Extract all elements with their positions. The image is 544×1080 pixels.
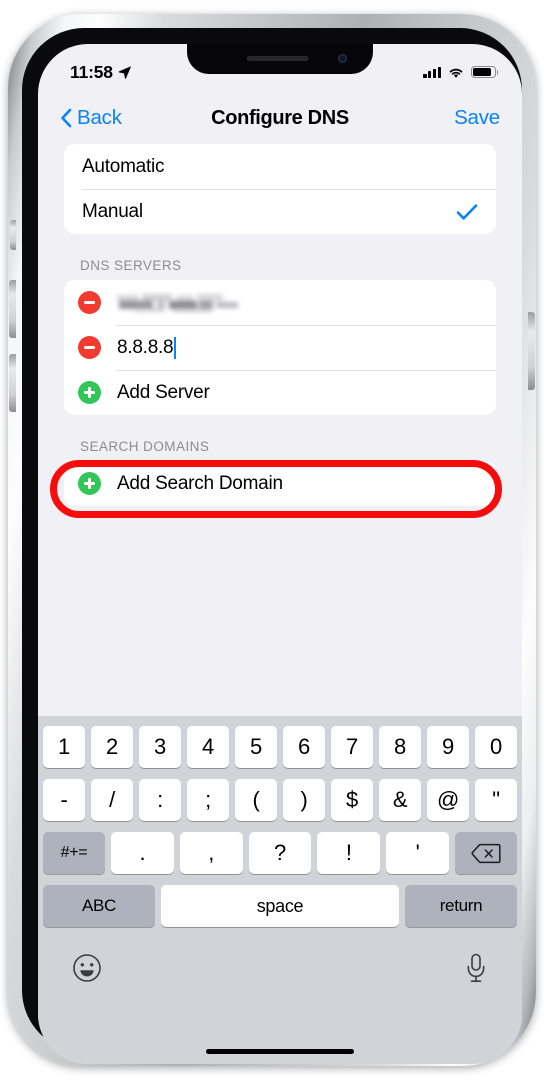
key-more-symbols[interactable]: #+= [43, 832, 105, 874]
home-indicator[interactable] [206, 1048, 354, 1054]
emoji-smiley-icon[interactable] [72, 953, 102, 983]
keyboard-row-numbers: 1 2 3 4 5 6 7 8 9 0 [38, 726, 522, 768]
text-cursor [174, 336, 177, 359]
keyboard-row-punctuation: #+= . , ? ! ' [38, 832, 522, 874]
keyboard-row-symbols: - / : ; ( ) $ & @ " [38, 779, 522, 821]
add-server-row[interactable]: Add Server [64, 370, 496, 415]
search-domains-header: SEARCH DOMAINS [80, 439, 210, 454]
key-dollar[interactable]: $ [331, 779, 373, 821]
key-at[interactable]: @ [427, 779, 469, 821]
earpiece-speaker-icon [246, 56, 309, 61]
key-return[interactable]: return [405, 885, 517, 927]
on-screen-keyboard: 1 2 3 4 5 6 7 8 9 0 - / : ; ( ) $ & @ " … [38, 716, 522, 1064]
key-5[interactable]: 5 [235, 726, 277, 768]
cellular-signal-icon [423, 66, 441, 78]
key-abc[interactable]: ABC [43, 885, 155, 927]
dns-servers-header: DNS SERVERS [80, 258, 182, 273]
key-hyphen[interactable]: - [43, 779, 85, 821]
volume-down-button[interactable] [9, 354, 16, 412]
page-title: Configure DNS [211, 106, 349, 129]
key-space[interactable]: space [161, 885, 399, 927]
keyboard-utility-bar [38, 935, 522, 991]
key-2[interactable]: 2 [91, 726, 133, 768]
add-search-domain-row[interactable]: Add Search Domain [64, 461, 496, 506]
dns-server-value-redacted [117, 293, 241, 312]
dns-server-row-redacted[interactable] [64, 280, 496, 325]
volume-up-button[interactable] [9, 280, 16, 338]
save-button[interactable]: Save [454, 106, 500, 130]
key-period[interactable]: . [111, 832, 174, 874]
keyboard-row-bottom: ABC space return [38, 885, 522, 927]
backspace-key[interactable] [454, 832, 517, 874]
status-bar-right [423, 65, 496, 79]
status-time: 11:58 [70, 61, 113, 82]
backspace-icon [471, 843, 501, 863]
key-1[interactable]: 1 [43, 726, 85, 768]
battery-icon [471, 65, 496, 79]
minus-circle-icon[interactable] [78, 291, 101, 314]
status-bar-left: 11:58 [70, 62, 132, 83]
phone-screen: 11:58 Back Configure DNS Save Automatic … [38, 44, 522, 1064]
key-paren-close[interactable]: ) [283, 779, 325, 821]
checkmark-icon [456, 203, 478, 220]
front-camera-icon [338, 54, 347, 63]
mute-switch[interactable] [10, 220, 16, 250]
minus-circle-icon[interactable] [78, 336, 101, 359]
key-slash[interactable]: / [91, 779, 133, 821]
key-0[interactable]: 0 [475, 726, 517, 768]
dns-servers-card: 8.8.8.8 Add Server [64, 280, 496, 415]
navigation-bar: Back Configure DNS Save [38, 92, 522, 144]
key-comma[interactable]: , [179, 832, 243, 874]
dns-mode-option-automatic[interactable]: Automatic [64, 144, 496, 189]
dns-mode-label: Manual [82, 200, 143, 222]
search-domains-card: Add Search Domain [64, 461, 496, 506]
key-apostrophe[interactable]: ' [386, 832, 449, 874]
key-semicolon[interactable]: ; [187, 779, 229, 821]
key-quote[interactable]: " [475, 779, 517, 821]
add-search-domain-label: Add Search Domain [117, 472, 283, 494]
dns-mode-label: Automatic [82, 155, 165, 177]
key-colon[interactable]: : [139, 779, 181, 821]
location-arrow-icon [118, 66, 131, 79]
key-8[interactable]: 8 [379, 726, 421, 768]
battery-fill [473, 68, 492, 76]
key-6[interactable]: 6 [283, 726, 325, 768]
key-9[interactable]: 9 [427, 726, 469, 768]
wifi-icon [449, 68, 463, 78]
settings-content: Automatic Manual DNS SERVERS 8.8.8.8 Add… [38, 144, 522, 716]
key-paren-open[interactable]: ( [235, 779, 277, 821]
phone-frame: 11:58 Back Configure DNS Save Automatic … [8, 14, 536, 1066]
dns-server-row-editing[interactable]: 8.8.8.8 [64, 325, 496, 370]
add-server-label: Add Server [117, 381, 210, 403]
dns-mode-option-manual[interactable]: Manual [64, 189, 496, 234]
key-question[interactable]: ? [248, 832, 312, 874]
dns-mode-card: Automatic Manual [64, 144, 496, 234]
key-exclaim[interactable]: ! [317, 832, 381, 874]
display-notch [187, 44, 373, 74]
key-4[interactable]: 4 [187, 726, 229, 768]
power-button[interactable] [528, 312, 535, 390]
key-3[interactable]: 3 [139, 726, 181, 768]
microphone-icon[interactable] [464, 952, 488, 984]
dns-server-input[interactable]: 8.8.8.8 [117, 337, 174, 359]
plus-circle-icon[interactable] [78, 381, 101, 404]
key-ampersand[interactable]: & [379, 779, 421, 821]
plus-circle-icon[interactable] [78, 472, 101, 495]
key-7[interactable]: 7 [331, 726, 373, 768]
